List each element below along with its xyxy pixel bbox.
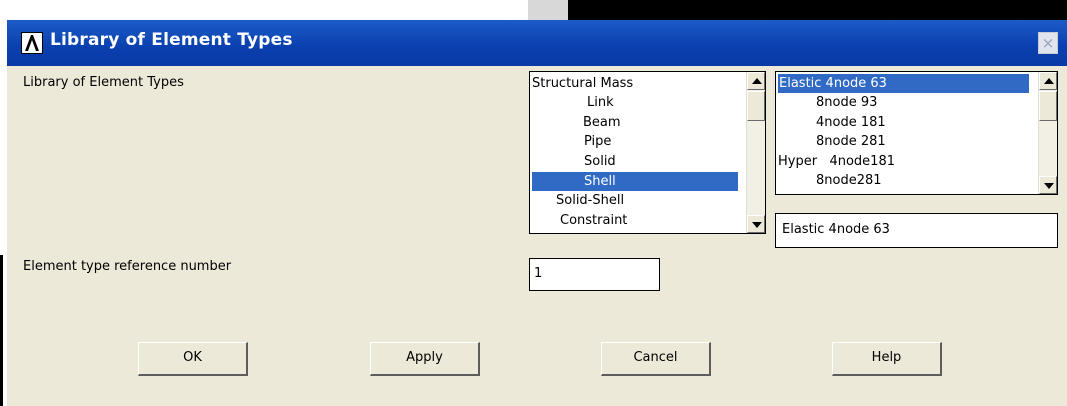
list-item[interactable]: Structural Mass [530, 74, 746, 94]
ref-number-label: Element type reference number [23, 259, 232, 274]
ok-button[interactable]: OK [138, 342, 248, 376]
list-item[interactable]: Link [530, 93, 746, 113]
list-item[interactable]: 4node 181 [776, 113, 1036, 133]
ref-number-input[interactable]: 1 [529, 258, 660, 291]
list-item[interactable]: Solid-Shell [530, 191, 746, 211]
cancel-button[interactable]: Cancel [601, 342, 711, 376]
list-item-selected[interactable]: Shell [532, 172, 738, 191]
list-item[interactable]: Solid [530, 152, 746, 172]
selected-element-field[interactable]: Elastic 4node 63 [775, 213, 1058, 248]
background-border-line [0, 255, 3, 406]
arrow-up-icon [1044, 78, 1054, 84]
list-item[interactable]: Constraint [530, 211, 746, 231]
list-item[interactable]: 8node 281 [776, 132, 1036, 152]
list-item[interactable]: Beam [530, 113, 746, 133]
list-item[interactable]: Hyper 4node181 [776, 152, 1036, 172]
arrow-down-icon [752, 222, 762, 228]
help-button[interactable]: Help [832, 342, 942, 376]
ansys-logo-icon [21, 32, 43, 54]
dialog-title: Library of Element Types [50, 30, 293, 50]
apply-button[interactable]: Apply [370, 342, 480, 376]
library-label: Library of Element Types [23, 75, 184, 90]
arrow-up-icon [752, 78, 762, 84]
arrow-down-icon [1044, 183, 1054, 189]
scroll-thumb[interactable] [1039, 91, 1057, 121]
category-listbox[interactable]: Structural Mass Link Beam Pipe Solid She… [529, 71, 766, 234]
scroll-up-button[interactable] [747, 72, 765, 90]
list-item[interactable]: Pipe [530, 132, 746, 152]
scroll-down-button[interactable] [747, 215, 765, 233]
category-scrollbar[interactable] [746, 72, 765, 233]
list-item[interactable]: 8node 93 [776, 93, 1036, 113]
title-bar[interactable]: Library of Element Types × [7, 20, 1067, 66]
scroll-up-button[interactable] [1039, 72, 1057, 90]
scroll-down-button[interactable] [1039, 176, 1057, 194]
close-icon[interactable]: × [1038, 32, 1058, 54]
scroll-thumb[interactable] [747, 91, 765, 121]
list-item[interactable]: 8node281 [776, 171, 1036, 191]
element-types-dialog: Library of Element Types × Library of El… [7, 20, 1067, 406]
element-listbox[interactable]: Elastic 4node 63 8node 93 4node 181 8nod… [775, 71, 1058, 195]
background-window-edge-light [528, 0, 568, 20]
background-window-edge [528, 0, 1067, 20]
element-scrollbar[interactable] [1038, 72, 1057, 194]
list-item-selected[interactable]: Elastic 4node 63 [778, 74, 1029, 93]
